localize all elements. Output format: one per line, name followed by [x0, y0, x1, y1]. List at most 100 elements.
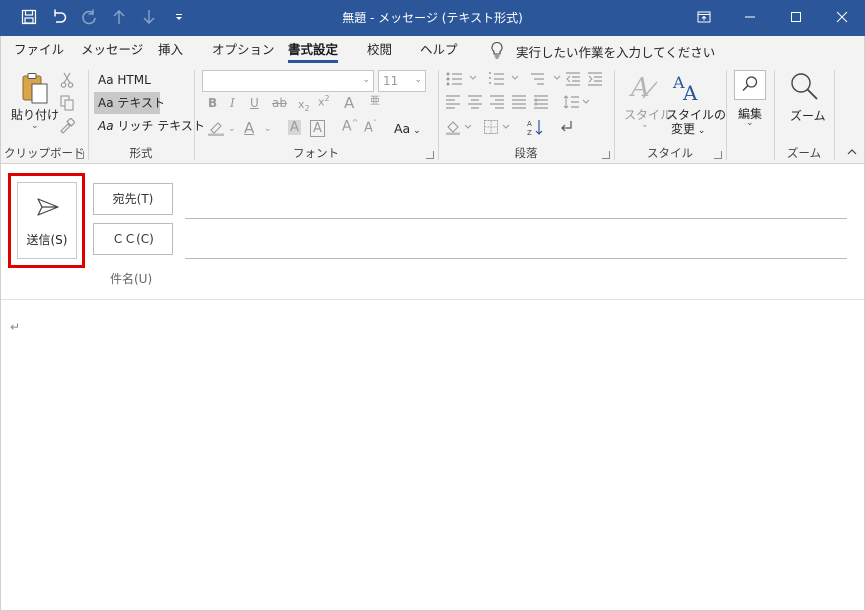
font-group: ⌄ 11 ⌄ B I U ab x2 x2 A 亜 ⌄ A ⌄ A A A^ Aˇ… [194, 66, 438, 164]
increase-indent-button[interactable] [586, 71, 604, 88]
change-styles-label-line2: 変更 ⌄ [671, 122, 706, 136]
copy-button[interactable] [58, 94, 76, 113]
multilevel-list-button[interactable] [528, 72, 568, 88]
paste-dropdown-icon[interactable]: ⌄ [31, 121, 39, 131]
format-painter-button[interactable] [58, 116, 76, 137]
bullets-button[interactable] [444, 72, 484, 88]
shading-button[interactable] [444, 119, 476, 137]
align-left-button[interactable] [444, 94, 462, 111]
format-html-option[interactable]: Aa HTML [94, 69, 160, 91]
cut-button[interactable] [58, 72, 76, 90]
cc-button[interactable]: ＣＣ(C) [93, 223, 173, 255]
close-button[interactable] [819, 0, 865, 36]
char-shading-icon[interactable]: A [288, 120, 301, 135]
format-painter-icon [59, 116, 76, 137]
paragraph-launcher-icon[interactable] [602, 151, 610, 159]
tab-file[interactable]: ファイル [14, 36, 64, 66]
sort-button[interactable]: AZ [526, 119, 546, 137]
subject-field[interactable] [185, 266, 847, 290]
highlight-color-button[interactable] [206, 120, 226, 138]
line-spacing-button[interactable] [562, 94, 594, 111]
clear-formatting-icon[interactable]: A [344, 94, 354, 112]
redo-button[interactable] [74, 0, 104, 36]
distributed-button[interactable] [532, 94, 550, 111]
bullet-list-icon [446, 72, 482, 89]
numbering-button[interactable] [486, 71, 526, 88]
justify-button[interactable] [510, 94, 528, 111]
tab-message[interactable]: メッセージ [81, 36, 143, 66]
aa-glyph: Aa [98, 119, 114, 133]
decrease-indent-icon [565, 71, 581, 89]
chevron-down-icon: ⌄ [414, 75, 422, 85]
align-center-button[interactable] [466, 94, 484, 112]
font-name-combo[interactable]: ⌄ [202, 70, 374, 92]
paste-button[interactable] [18, 72, 52, 108]
font-launcher-icon[interactable] [426, 151, 434, 159]
send-button[interactable]: 送信(S) [17, 182, 77, 259]
phonetic-guide-icon[interactable]: 亜 [370, 92, 380, 107]
underline-icon[interactable]: U [250, 96, 259, 110]
align-center-icon [467, 94, 483, 112]
redo-icon [80, 9, 98, 28]
customize-dropdown-icon [174, 11, 184, 25]
change-styles-button[interactable]: AA [670, 70, 706, 105]
editing-button[interactable] [734, 70, 766, 100]
aa-glyph: Aa [98, 96, 114, 110]
chevron-down-icon: ⌄ [362, 75, 370, 85]
paragraph-mark: ↵ [10, 320, 21, 334]
styles-button[interactable]: A [628, 70, 662, 104]
next-item-button[interactable] [134, 0, 164, 36]
clipboard-launcher-icon[interactable] [76, 151, 84, 159]
subscript-icon[interactable]: x2 [298, 98, 310, 113]
ribbon-display-options-button[interactable] [681, 0, 727, 36]
send-label: 送信(S) [26, 233, 68, 247]
change-case-button[interactable]: Aa ⌄ [394, 121, 421, 136]
undo-icon [50, 9, 68, 28]
message-body[interactable] [0, 300, 865, 611]
previous-item-button[interactable] [104, 0, 134, 36]
tab-insert[interactable]: 挿入 [158, 36, 183, 66]
chevron-up-icon [847, 145, 857, 159]
shrink-font-icon[interactable]: Aˇ [364, 119, 377, 135]
collapse-ribbon-button[interactable] [847, 145, 857, 159]
strikethrough-icon[interactable]: ab [272, 96, 287, 110]
tab-options[interactable]: オプション [212, 36, 275, 66]
format-rich-option[interactable]: Aa リッチ テキスト [94, 115, 205, 137]
styles-icon: A [629, 70, 661, 105]
chevron-down-icon[interactable]: ⌄ [228, 124, 236, 134]
font-color-icon[interactable]: A [244, 119, 254, 137]
char-border-icon[interactable]: A [310, 120, 325, 137]
cc-field[interactable] [185, 258, 847, 259]
minimize-button[interactable] [727, 0, 773, 36]
undo-button[interactable] [44, 0, 74, 36]
show-formatting-button[interactable] [556, 119, 576, 137]
save-button[interactable] [14, 0, 44, 36]
format-text-option[interactable]: Aa テキスト [94, 92, 165, 114]
decrease-indent-button[interactable] [564, 71, 582, 89]
chevron-down-icon[interactable]: ⌄ [264, 124, 272, 134]
grow-font-icon[interactable]: A^ [342, 118, 358, 135]
maximize-button[interactable] [773, 0, 819, 36]
zoom-label: ズーム [790, 109, 826, 123]
maximize-icon [790, 11, 802, 26]
paragraph-group-label: 段落 [514, 146, 538, 160]
tab-review[interactable]: 校閲 [367, 36, 392, 66]
to-field[interactable] [185, 218, 847, 219]
customize-qat-button[interactable] [164, 0, 194, 36]
tell-me-box[interactable]: 実行したい作業を入力してください [490, 36, 715, 66]
to-button[interactable]: 宛先(T) [93, 183, 173, 215]
align-right-button[interactable] [488, 94, 506, 111]
borders-icon [483, 119, 513, 138]
style-launcher-icon[interactable] [714, 151, 722, 159]
tab-format-text[interactable]: 書式設定 [288, 36, 339, 66]
superscript-icon[interactable]: x2 [318, 94, 330, 109]
format-html-label: HTML [117, 73, 151, 87]
italic-icon[interactable]: I [230, 96, 235, 110]
window-controls [681, 0, 865, 36]
font-size-combo[interactable]: 11 ⌄ [378, 70, 426, 92]
tab-help[interactable]: ヘルプ [420, 36, 458, 66]
borders-button[interactable] [482, 119, 514, 137]
arrow-up-icon [112, 9, 126, 28]
bold-icon[interactable]: B [208, 96, 217, 110]
zoom-button[interactable] [788, 70, 820, 104]
